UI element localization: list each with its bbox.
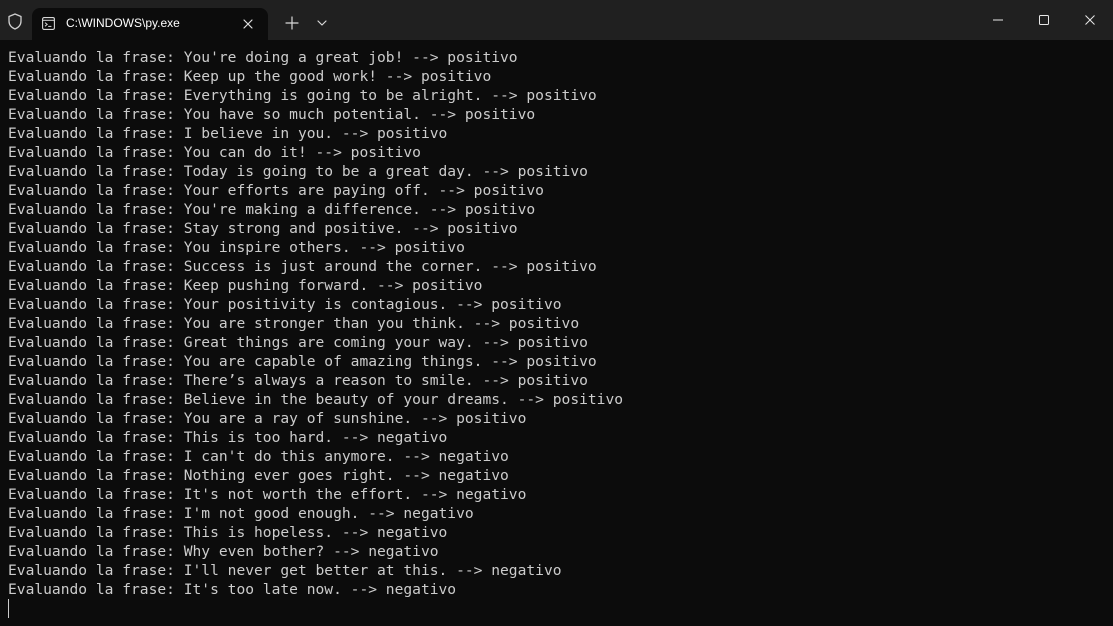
console-line: Evaluando la frase: You inspire others. …	[8, 239, 465, 256]
console-line: Evaluando la frase: Your efforts are pay…	[8, 182, 544, 199]
console-line: Evaluando la frase: I'm not good enough.…	[8, 505, 474, 522]
console-line: Evaluando la frase: Keep up the good wor…	[8, 68, 492, 85]
close-icon[interactable]	[240, 16, 256, 32]
console-line: Evaluando la frase: I'll never get bette…	[8, 562, 562, 579]
chevron-down-icon[interactable]	[312, 13, 332, 33]
console-output[interactable]: Evaluando la frase: You're doing a great…	[8, 48, 1104, 618]
console-line: Evaluando la frase: Success is just arou…	[8, 258, 597, 275]
shield-icon[interactable]	[7, 13, 23, 30]
minimize-button[interactable]	[975, 0, 1021, 40]
console-line: Evaluando la frase: You have so much pot…	[8, 106, 536, 123]
console-line: Evaluando la frase: Stay strong and posi…	[8, 220, 518, 237]
console-line: Evaluando la frase: You're making a diff…	[8, 201, 536, 218]
console-line: Evaluando la frase: You are stronger tha…	[8, 315, 580, 332]
console-line: Evaluando la frase: Today is going to be…	[8, 163, 588, 180]
console-line: Evaluando la frase: It's not worth the e…	[8, 486, 527, 503]
close-icon	[1085, 15, 1095, 25]
console-line: Evaluando la frase: Your positivity is c…	[8, 296, 562, 313]
console-line: Evaluando la frase: It's too late now. -…	[8, 581, 457, 598]
console-line: Evaluando la frase: Believe in the beaut…	[8, 391, 624, 408]
console-line: Evaluando la frase: Everything is going …	[8, 87, 597, 104]
console-line: Evaluando la frase: This is too hard. --…	[8, 429, 448, 446]
console-line: Evaluando la frase: You're doing a great…	[8, 49, 518, 66]
maximize-icon	[1039, 15, 1049, 25]
maximize-button[interactable]	[1021, 0, 1067, 40]
title-bar[interactable]: C:\WINDOWS\py.exe	[0, 0, 1113, 40]
tab-title: C:\WINDOWS\py.exe	[66, 16, 180, 30]
console-line: Evaluando la frase: There’s always a rea…	[8, 372, 588, 389]
console-line: Evaluando la frase: Keep pushing forward…	[8, 277, 483, 294]
console-line: Evaluando la frase: Great things are com…	[8, 334, 588, 351]
console-line: Evaluando la frase: This is hopeless. --…	[8, 524, 448, 541]
text-cursor	[8, 599, 9, 618]
tab-py-exe[interactable]: C:\WINDOWS\py.exe	[32, 8, 268, 40]
terminal-window: C:\WINDOWS\py.exe Evaluando la frase: Yo…	[0, 0, 1113, 626]
plus-icon[interactable]	[282, 13, 302, 33]
console-line: Evaluando la frase: I believe in you. --…	[8, 125, 448, 142]
console-line: Evaluando la frase: You are a ray of sun…	[8, 410, 527, 427]
console-line: Evaluando la frase: I can't do this anym…	[8, 448, 509, 465]
console-line: Evaluando la frase: Why even bother? -->…	[8, 543, 439, 560]
terminal-icon	[42, 17, 55, 30]
close-window-button[interactable]	[1067, 0, 1113, 40]
console-line: Evaluando la frase: Nothing ever goes ri…	[8, 467, 509, 484]
minimize-icon	[993, 19, 1003, 21]
console-line: Evaluando la frase: You are capable of a…	[8, 353, 597, 370]
console-line: Evaluando la frase: You can do it! --> p…	[8, 144, 421, 161]
